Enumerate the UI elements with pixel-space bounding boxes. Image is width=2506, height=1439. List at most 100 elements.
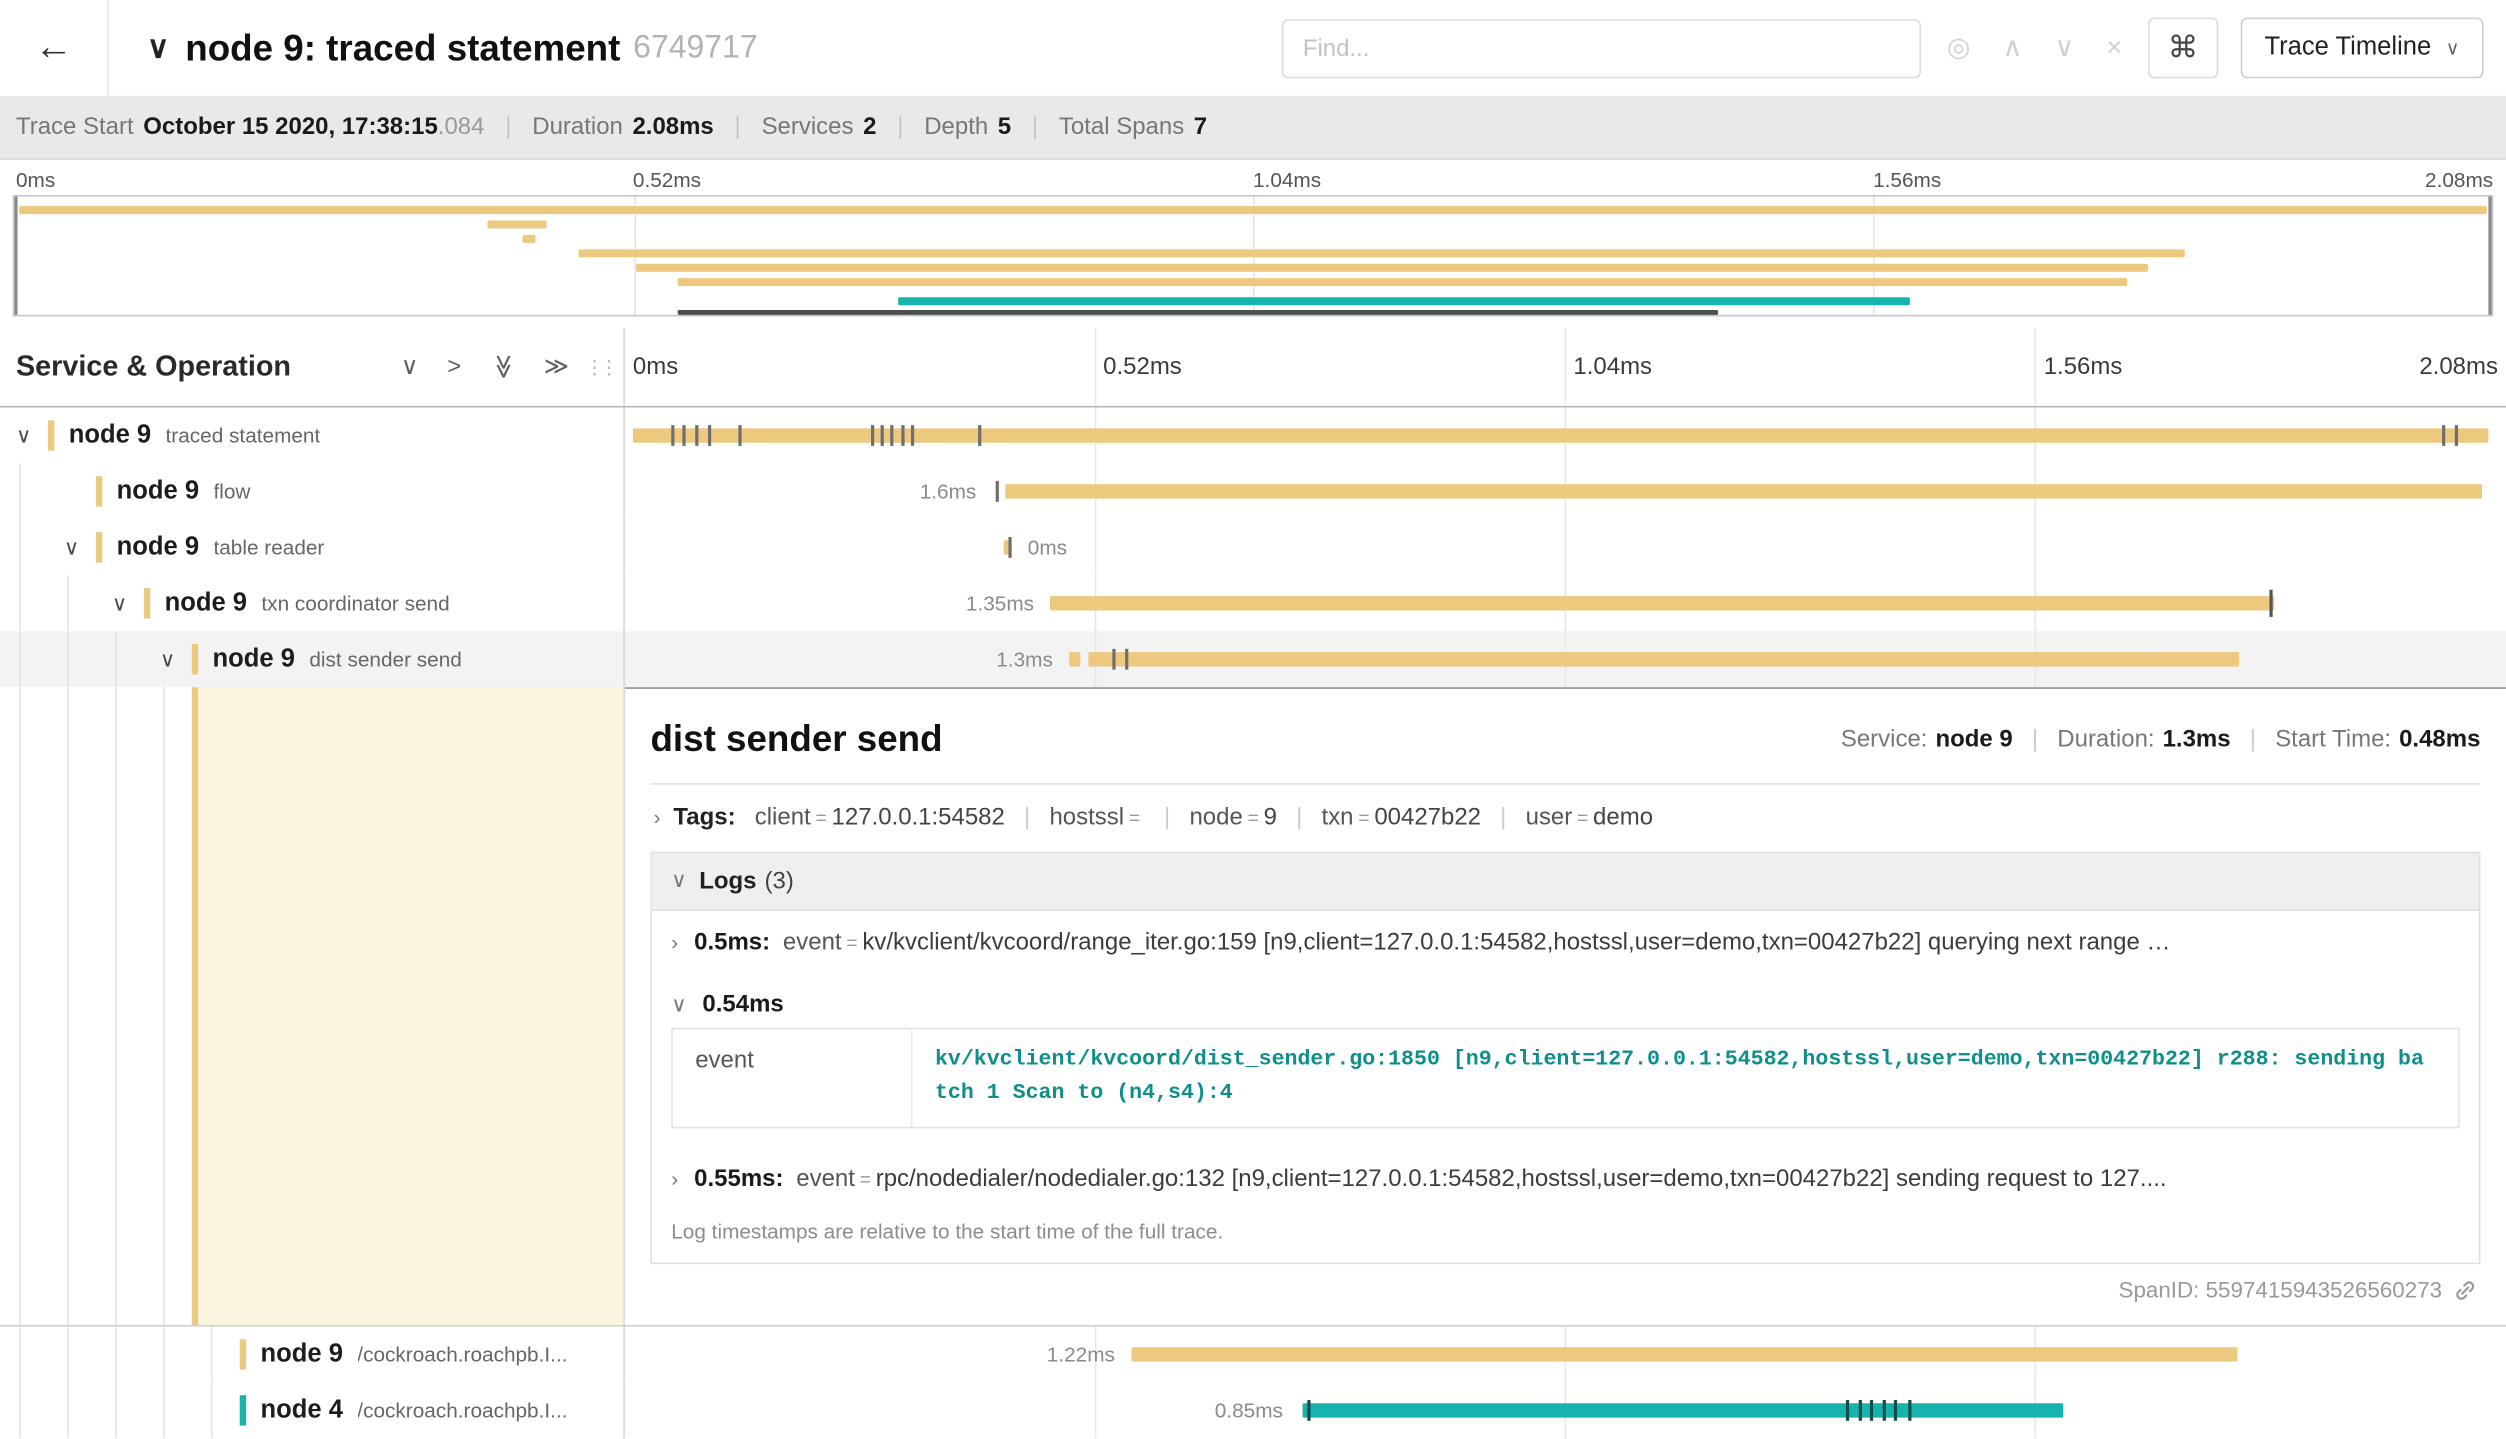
span-bar-cell[interactable]: 0.85ms <box>625 1382 2506 1438</box>
log-entry-expanded[interactable]: ∨ 0.54ms <box>652 973 2479 1024</box>
minimap-span-bar <box>19 206 2486 214</box>
log-fields-table: event kv/kvclient/kvcoord/dist_sender.go… <box>671 1027 2459 1128</box>
prev-match-chevron-up-icon[interactable]: ∧ <box>2003 32 2023 64</box>
services-value: 2 <box>863 113 876 140</box>
span-bar[interactable] <box>1050 596 2275 610</box>
span-row: node 9 flow 1.6ms <box>0 463 2506 519</box>
duration-label: Duration <box>532 113 623 140</box>
logs-note: Log timestamps are relative to the start… <box>652 1210 2479 1263</box>
next-match-chevron-down-icon[interactable]: ∨ <box>2054 32 2074 64</box>
chevron-right-icon: › <box>654 805 661 829</box>
minimap-right-drag-handle[interactable] <box>2488 197 2491 315</box>
depth-label: Depth <box>924 113 988 140</box>
operation-name: txn coordinator send <box>261 591 449 615</box>
tags-row[interactable]: › Tags: client=127.0.0.1:54582 | hostssl… <box>650 785 2480 839</box>
clear-search-icon[interactable]: × <box>2106 32 2122 64</box>
column-resizer-grip[interactable]: ⋮⋮ <box>585 356 614 378</box>
collapse-chevron-icon[interactable]: ∨ <box>13 423 48 449</box>
timeline-header: Service & Operation ∨ > ≫ ≫ ⋮⋮ 0ms 0.52m… <box>0 328 2506 408</box>
page-title: node 9: traced statement <box>185 26 620 69</box>
keyboard-shortcuts-button[interactable]: ⌘ <box>2148 18 2218 79</box>
span-bar-cell[interactable]: 1.22ms <box>625 1327 2506 1383</box>
deep-link-icon[interactable] <box>2453 1278 2477 1302</box>
service-color-bar <box>240 1395 246 1425</box>
span-bar-cell[interactable] <box>625 408 2506 464</box>
span-row: node 9 /cockroach.roachpb.I... 1.22ms <box>0 1327 2506 1383</box>
collapse-chevron-icon[interactable]: ∨ <box>109 591 144 617</box>
span-id-label: SpanID: <box>2119 1277 2200 1303</box>
span-row-selected: ∨ node 9 dist sender send 1.3ms <box>0 631 2506 687</box>
span-bar-cell[interactable]: 1.6ms <box>625 463 2506 519</box>
span-row: ∨ node 9 txn coordinator send 1.35ms <box>0 575 2506 631</box>
trace-start-ms: .084 <box>438 113 485 140</box>
span-name-cell[interactable]: node 4 /cockroach.roachpb.I... <box>0 1382 625 1438</box>
service-name: node 9 <box>117 477 199 506</box>
span-bar[interactable] <box>1088 652 2239 666</box>
minimap-tick-104ms: 1.04ms <box>1253 168 1321 192</box>
minimap-left-drag-handle[interactable] <box>14 197 17 315</box>
axis-tick-104ms: 1.04ms <box>1573 353 1652 380</box>
selected-span-highlight-band <box>198 687 623 1325</box>
minimap-canvas[interactable] <box>13 195 2493 316</box>
span-name-cell[interactable]: node 9 /cockroach.roachpb.I... <box>0 1327 625 1383</box>
span-row: ∨ node 9 table reader 0ms <box>0 519 2506 575</box>
collapse-chevron-icon[interactable]: ∨ <box>61 535 96 561</box>
span-name-cell[interactable]: ∨ node 9 dist sender send <box>0 631 625 687</box>
service-name: node 9 <box>261 1340 343 1369</box>
service-color-bar <box>144 588 150 618</box>
span-bar-cell[interactable]: 0ms <box>625 519 2506 575</box>
span-bar-cell[interactable]: 1.3ms <box>625 631 2506 687</box>
expand-one-chevron-right-icon[interactable]: > <box>447 355 461 379</box>
span-name-cell[interactable]: ∨ node 9 traced statement <box>0 408 625 464</box>
service-name: node 9 <box>213 645 295 674</box>
span-name-cell[interactable]: ∨ node 9 table reader <box>0 519 625 575</box>
detail-service-label: Service: <box>1841 726 1928 753</box>
span-id-row: SpanID: 5597415943526560273 <box>650 1264 2480 1312</box>
minimap-span-bar-dark <box>678 310 1718 315</box>
minimap-tick-208ms: 2.08ms <box>2425 168 2493 192</box>
operation-name: flow <box>213 479 250 503</box>
jaeger-trace-page: ← ∨ node 9: traced statement 6749717 ◎ ∧… <box>0 0 2506 1439</box>
log-entry[interactable]: › 0.55ms: event=rpc/nodedialer/nodediale… <box>652 1148 2479 1210</box>
expand-all-double-chevron-right-icon[interactable]: ≫ <box>544 355 569 379</box>
span-name-cell[interactable]: node 9 flow <box>0 463 625 519</box>
detail-duration-value: 1.3ms <box>2163 726 2231 753</box>
collapse-chevron-icon[interactable]: ∨ <box>157 646 192 672</box>
span-bar[interactable] <box>1005 484 2482 498</box>
span-bar[interactable] <box>1302 1403 2064 1417</box>
collapse-all-double-chevron-down-icon[interactable]: ≫ <box>491 354 515 379</box>
title-collapse-chevron-icon[interactable]: ∨ <box>147 30 169 67</box>
duration-value: 2.08ms <box>632 113 713 140</box>
trace-summary-bar: Trace Start October 15 2020, 17:38:15.08… <box>0 96 2506 160</box>
trace-view-selector[interactable]: Trace Timeline ∨ <box>2240 18 2483 79</box>
span-bar-cell[interactable]: 1.35ms <box>625 575 2506 631</box>
service-operation-header: Service & Operation ∨ > ≫ ≫ ⋮⋮ <box>0 328 625 406</box>
scroll-to-match-icon[interactable]: ◎ <box>1947 32 1971 64</box>
span-name-cell[interactable]: ∨ node 9 txn coordinator send <box>0 575 625 631</box>
detail-duration-label: Duration: <box>2057 726 2154 753</box>
services-label: Services <box>762 113 854 140</box>
detail-service-value: node 9 <box>1935 726 2012 753</box>
span-detail-panel: dist sender send Service:node 9 | Durati… <box>625 687 2506 1325</box>
axis-tick-052ms: 0.52ms <box>1103 353 1182 380</box>
chevron-right-icon: › <box>671 930 678 954</box>
span-id-value: 5597415943526560273 <box>2206 1277 2442 1303</box>
detail-left-gutter <box>0 687 625 1325</box>
operation-name: /cockroach.roachpb.I... <box>357 1398 567 1422</box>
log-entry[interactable]: › 0.5ms: event=kv/kvclient/kvcoord/range… <box>652 911 2479 973</box>
total-spans-value: 7 <box>1194 113 1207 140</box>
find-input[interactable] <box>1282 18 1921 77</box>
chevron-down-icon: ∨ <box>2446 37 2460 59</box>
operation-name: /cockroach.roachpb.I... <box>357 1342 567 1366</box>
logs-header[interactable]: ∨ Logs (3) <box>652 853 2479 911</box>
logs-label: Logs <box>699 868 756 895</box>
minimap-tick-052ms: 0.52ms <box>633 168 701 192</box>
depth-value: 5 <box>998 113 1011 140</box>
log-time: 0.5ms: <box>694 928 770 955</box>
axis-tick-0ms: 0ms <box>633 353 678 380</box>
collapse-one-chevron-down-icon[interactable]: ∨ <box>401 355 419 379</box>
span-bar[interactable] <box>1131 1347 2237 1361</box>
timeline-axis: 0ms 0.52ms 1.04ms 1.56ms 2.08ms <box>625 328 2506 406</box>
span-bar[interactable] <box>1069 652 1080 666</box>
back-button[interactable]: ← <box>0 0 109 96</box>
